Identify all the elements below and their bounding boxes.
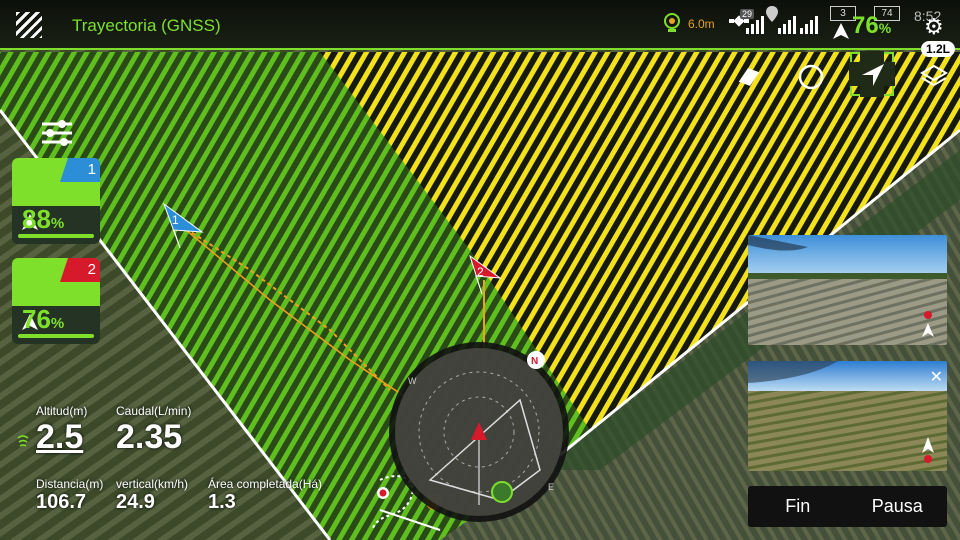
circle-icon — [798, 64, 824, 90]
compass-west-label: W — [408, 376, 417, 386]
rtk-value: 6.0m — [688, 17, 715, 31]
layers-icon — [920, 64, 948, 87]
drone-2-battery-percent: 76% — [22, 304, 65, 334]
layers-button[interactable] — [917, 60, 951, 94]
camera-preview-drone-2[interactable]: ✕ — [748, 361, 947, 471]
close-icon[interactable]: ✕ — [930, 367, 943, 387]
settings-icon[interactable]: ⚙ — [924, 14, 944, 40]
altitude-value: 2.5 — [36, 418, 84, 456]
locate-aircraft-icon — [862, 64, 884, 86]
distance-readout: Distancia(m) 106.7 — [36, 477, 103, 514]
eraser-icon — [738, 68, 760, 86]
app-logo-icon[interactable] — [16, 12, 42, 38]
vertical-speed-readout: vertical(km/h) 24.9 — [116, 477, 188, 514]
flow-label: Caudal(L/min) — [116, 404, 192, 418]
battery-icon — [833, 23, 849, 39]
area-label: Área completada(Há) — [208, 477, 323, 491]
status-bar: Trayectoria (GNSS) 6.0m 29 3 74 76% 8:52… — [0, 0, 960, 50]
altitude-sensor-icon — [17, 435, 29, 447]
circle-button[interactable] — [794, 60, 828, 94]
altitude-label: Altitud(m) — [36, 404, 88, 418]
vertical-speed-value: 24.9 — [116, 491, 155, 513]
distance-label: Distancia(m) — [36, 477, 104, 491]
area-readout: Área completada(Há) 1.3 — [208, 477, 322, 514]
video-signal-icon — [800, 16, 818, 34]
page-title: Trayectoria (GNSS) — [72, 16, 221, 35]
radar-compass — [389, 342, 569, 522]
area-value: 1.3 — [208, 491, 236, 513]
svg-text:N: N — [531, 356, 538, 367]
battery-percent: 76% — [852, 12, 892, 39]
drone-2-marker-label: 2 — [477, 265, 484, 279]
drone-card-1[interactable]: 1 88% — [12, 158, 100, 244]
camera-preview-drone-1[interactable] — [748, 235, 947, 345]
drone-2-battery-bar — [18, 334, 94, 338]
flow-readout: Caudal(L/min) 2.35 — [116, 404, 191, 457]
gps-signal-icon — [746, 16, 764, 34]
drone-1-id: 1 — [87, 161, 96, 178]
finish-button[interactable]: Fin — [748, 486, 848, 527]
tank-level-badge: 1.2L — [921, 41, 956, 57]
drone-1-battery-percent: 88% — [22, 204, 65, 234]
filter-settings-icon[interactable] — [40, 118, 74, 148]
compass-east-label: E — [548, 482, 554, 492]
distance-value: 106.7 — [36, 491, 87, 513]
vertical-speed-label: vertical(km/h) — [116, 477, 189, 491]
mission-controls: Fin Pausa — [748, 486, 947, 527]
drone-2-id: 2 — [87, 261, 96, 278]
rc-signal-icon — [778, 16, 796, 34]
location-pin-icon — [766, 6, 778, 22]
drone-1-battery-bar — [18, 234, 94, 238]
drone-card-2[interactable]: 2 76% — [12, 258, 100, 344]
altitude-readout: Altitud(m) 2.5 — [36, 404, 87, 457]
drone-1-marker-label: 1 — [172, 213, 179, 227]
rtk-icon — [664, 13, 680, 32]
flow-value: 2.35 — [116, 418, 183, 456]
pause-button[interactable]: Pausa — [848, 486, 948, 527]
eraser-button[interactable] — [732, 60, 766, 94]
